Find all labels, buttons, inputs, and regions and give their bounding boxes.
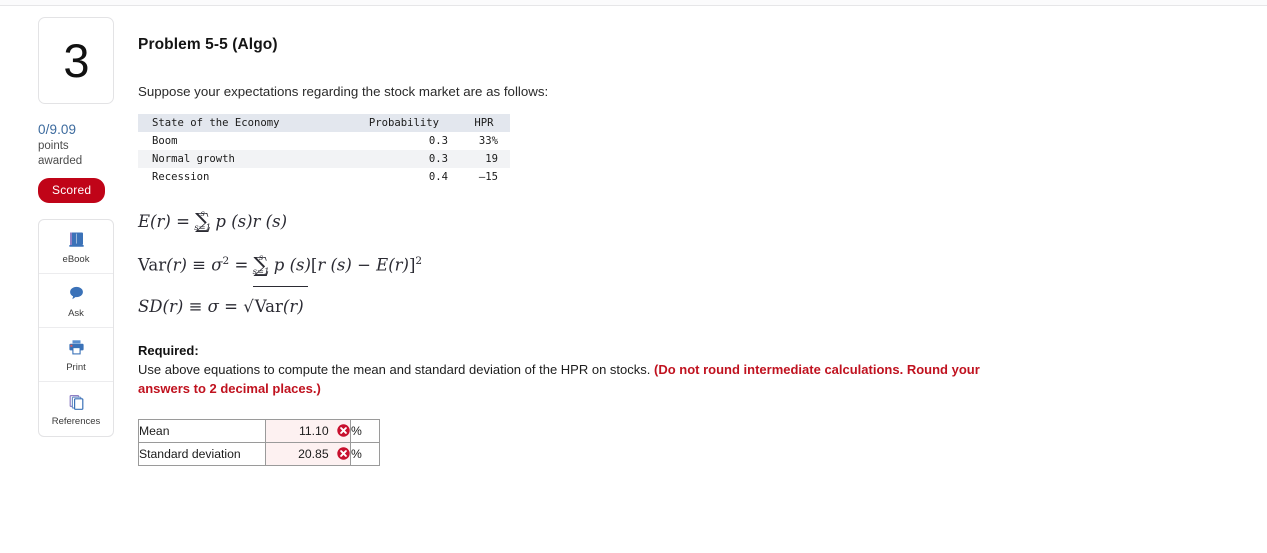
- col-probability: Probability: [368, 117, 440, 129]
- printer-icon: [67, 337, 86, 359]
- answer-table: Mean 11.10 % Standard deviation 20.85 %: [138, 418, 380, 466]
- formula-standard-deviation: SD(r) ≡ σ = √Var(r): [138, 285, 1248, 326]
- table-row: Normal growth 0.3 19: [138, 150, 510, 168]
- formula-Var: Var: [138, 255, 167, 275]
- summation-operator: s ∑ s=1: [253, 246, 270, 286]
- answer-value-standard-deviation: 20.85: [298, 446, 329, 461]
- col-hpr: HPR: [474, 117, 494, 129]
- formula-minus: −: [357, 255, 371, 275]
- formula-equals: =: [224, 296, 238, 316]
- formula-sigma-exponent: 2: [222, 255, 230, 267]
- formula-equiv: ≡: [188, 296, 203, 316]
- cell-hpr: 19: [485, 153, 498, 165]
- summation-operator: s ∑ s=1: [194, 202, 211, 242]
- formula-sigma: σ: [207, 296, 219, 316]
- answer-unit-mean: %: [350, 418, 380, 443]
- cell-probability: 0.3: [428, 153, 448, 165]
- tool-label-references: References: [51, 416, 101, 427]
- formula-expected-return: E(r) = s ∑ s=1 p (s)r (s): [138, 202, 1248, 242]
- cell-hpr: –15: [478, 171, 498, 183]
- incorrect-icon: [337, 447, 350, 461]
- tool-print[interactable]: Print: [39, 328, 113, 382]
- table-row: Standard deviation 20.85 %: [138, 441, 380, 466]
- cell-probability: 0.3: [428, 135, 448, 147]
- question-number-box: 3: [38, 17, 114, 104]
- chat-bubble-icon: [67, 283, 86, 305]
- formula-p-s: p (s): [273, 255, 311, 275]
- tool-label-print: Print: [66, 361, 86, 373]
- answer-label-standard-deviation: Standard deviation: [138, 441, 266, 466]
- formula-r-s: r (s): [252, 212, 288, 231]
- formula-E-arg: (r): [150, 212, 171, 231]
- cell-hpr: 33%: [478, 135, 498, 147]
- formula-equals: =: [176, 212, 190, 231]
- required-heading: Required:: [138, 342, 199, 358]
- cell-probability: 0.4: [428, 171, 448, 183]
- table-row: Recession 0.4 –15: [138, 168, 510, 186]
- table-row: Boom 0.3 33%: [138, 132, 510, 150]
- formula-p-s: p (s): [215, 212, 253, 231]
- tool-references[interactable]: References: [39, 382, 113, 436]
- answer-input-mean[interactable]: 11.10: [265, 418, 351, 443]
- question-number: 3: [63, 34, 89, 87]
- formula-sigma: σ: [211, 255, 223, 275]
- cell-state: Normal growth: [152, 153, 235, 165]
- formula-Var: Var: [254, 296, 283, 316]
- formula-SD-arg: (r): [162, 296, 184, 316]
- formula-block: E(r) = s ∑ s=1 p (s)r (s) Var(r) ≡ σ2 = …: [138, 202, 1248, 326]
- summation-lower-limit: s=1: [194, 223, 212, 233]
- page-title: Problem 5-5 (Algo): [138, 36, 278, 53]
- points-awarded-label: points awarded: [38, 140, 83, 167]
- cell-state: Boom: [152, 135, 178, 147]
- problem-intro: Suppose your expectations regarding the …: [138, 84, 549, 99]
- tools-panel: eBook Ask Print References: [38, 219, 114, 437]
- tool-label-ebook: eBook: [62, 253, 90, 265]
- formula-SD: SD: [138, 296, 163, 316]
- incorrect-icon: [337, 424, 350, 438]
- formula-equiv: ≡: [192, 255, 206, 275]
- required-text: Use above equations to compute the mean …: [138, 360, 998, 398]
- question-page: 3 0/9.09 points awarded Scored eBook Ask…: [0, 7, 1267, 553]
- tool-label-ask: Ask: [68, 307, 84, 319]
- tool-ask[interactable]: Ask: [39, 274, 113, 328]
- tool-ebook[interactable]: eBook: [39, 220, 113, 274]
- table-row: Mean 11.10 %: [138, 418, 380, 443]
- formula-r-s: r (s): [317, 255, 352, 275]
- col-state-of-economy: State of the Economy: [152, 117, 280, 129]
- status-badge: Scored: [38, 178, 106, 203]
- top-bar: [0, 0, 1267, 6]
- copy-pages-icon: [67, 391, 86, 413]
- required-note-line-1: (Do not round intermediate calculations.: [654, 361, 904, 377]
- points-awarded-value: 0/9.09: [38, 122, 77, 137]
- formula-E-arg: (r): [388, 255, 409, 275]
- formula-bracket-exponent: 2: [415, 255, 423, 267]
- answer-input-standard-deviation[interactable]: 20.85: [265, 441, 351, 466]
- answer-label-mean: Mean: [138, 418, 266, 443]
- formula-E: E: [376, 255, 389, 275]
- required-instruction: Use above equations to compute the mean …: [138, 361, 651, 377]
- formula-equals: =: [234, 255, 249, 275]
- radicand: Var(r): [252, 285, 308, 326]
- points-summary: 0/9.09 points awarded Scored: [38, 122, 114, 203]
- problem-content: Problem 5-5 (Algo) Suppose your expectat…: [138, 7, 1248, 466]
- table-header-row: State of the Economy Probability HPR: [138, 114, 510, 132]
- formula-Var-arg: (r): [282, 296, 304, 316]
- formula-E: E: [138, 212, 151, 231]
- economy-table: State of the Economy Probability HPR Boo…: [138, 114, 510, 186]
- answer-unit-standard-deviation: %: [350, 441, 380, 466]
- formula-Var-arg: (r): [166, 255, 187, 275]
- cell-state: Recession: [152, 171, 210, 183]
- ebook-icon: [67, 229, 86, 251]
- formula-variance: Var(r) ≡ σ2 = s ∑ s=1 p (s)[r (s) − E(r)…: [138, 242, 1248, 286]
- question-sidebar: 3 0/9.09 points awarded Scored eBook Ask…: [38, 17, 114, 437]
- answer-value-mean: 11.10: [299, 423, 329, 438]
- summation-lower-limit: s=1: [252, 266, 270, 277]
